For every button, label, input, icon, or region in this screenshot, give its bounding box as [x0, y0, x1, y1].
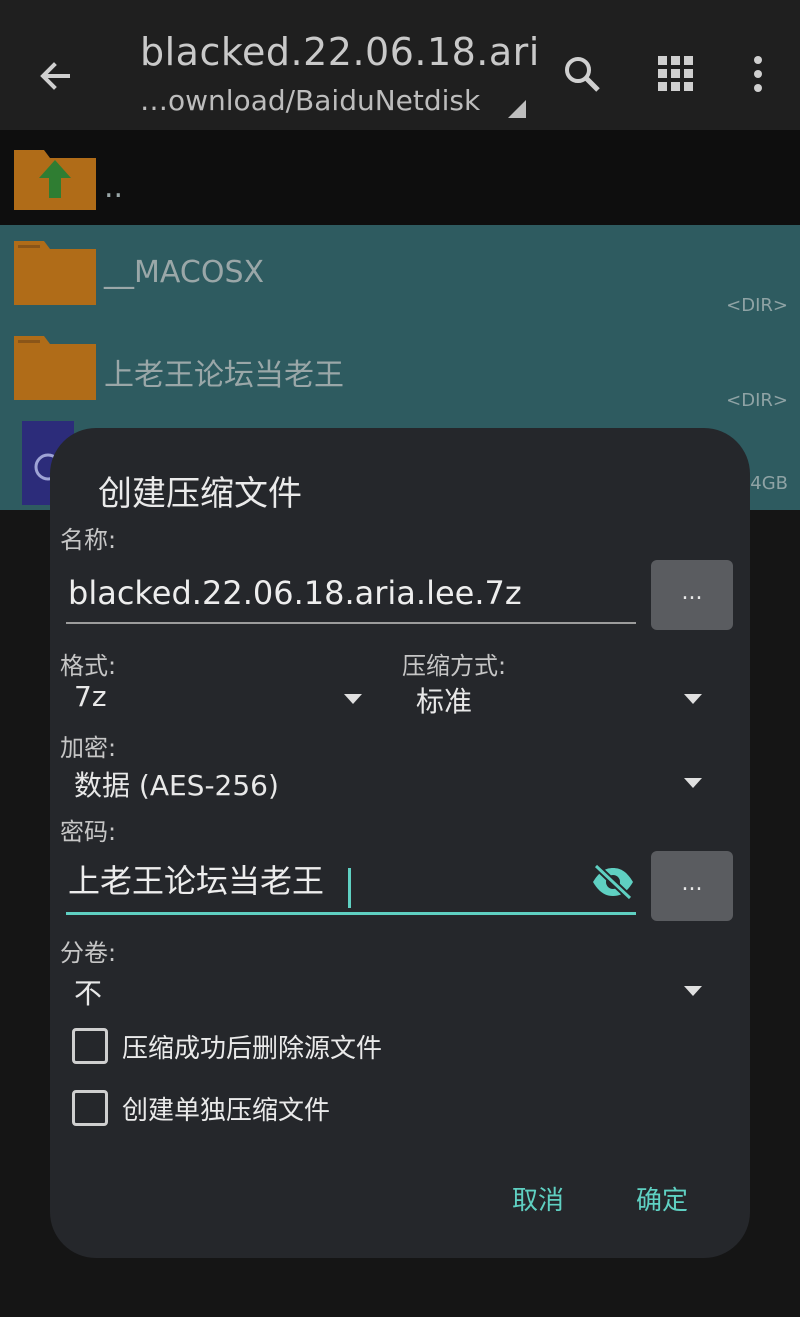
- delete-after-option[interactable]: 压缩成功后删除源文件: [50, 1026, 510, 1066]
- more-options-icon[interactable]: [736, 52, 780, 96]
- cancel-button[interactable]: 取消: [512, 1180, 564, 1217]
- separate-archives-label: 创建单独压缩文件: [122, 1096, 331, 1126]
- split-volume-value: 不: [74, 977, 103, 1010]
- ok-button[interactable]: 确定: [636, 1180, 688, 1217]
- list-item-parent[interactable]: ..: [0, 130, 800, 225]
- password-options-button[interactable]: ...: [651, 851, 733, 921]
- archive-title: blacked.22.06.18.ari…: [140, 30, 540, 74]
- list-item[interactable]: 上老王论坛当老王 <DIR>: [0, 320, 800, 415]
- search-icon[interactable]: [560, 52, 604, 96]
- path-dropdown-icon[interactable]: [508, 100, 526, 118]
- archive-name-input[interactable]: blacked.22.06.18.aria.lee.7z: [66, 564, 636, 624]
- list-item-meta: 4GB: [750, 473, 788, 494]
- archive-name-value: blacked.22.06.18.aria.lee.7z: [68, 574, 522, 612]
- back-arrow-icon[interactable]: [30, 48, 86, 104]
- current-path[interactable]: …ownload/BaiduNetdisk: [140, 84, 510, 117]
- top-app-bar: blacked.22.06.18.ari… …ownload/BaiduNetd…: [0, 0, 800, 130]
- folder-icon: [14, 241, 96, 305]
- dialog-title: 创建压缩文件: [98, 474, 302, 514]
- format-select[interactable]: 7z: [60, 676, 370, 720]
- list-item-label: 上老王论坛当老王: [104, 358, 344, 393]
- visibility-off-icon[interactable]: [590, 862, 636, 902]
- format-value: 7z: [74, 680, 107, 713]
- browse-button[interactable]: ...: [651, 560, 733, 630]
- password-value: 上老王论坛当老王: [68, 862, 325, 900]
- list-item-label: __MACOSX: [104, 255, 265, 290]
- list-item-label: ..: [104, 170, 124, 205]
- folder-icon: [14, 336, 96, 400]
- delete-after-checkbox[interactable]: [72, 1028, 108, 1064]
- list-item-meta: <DIR>: [726, 295, 788, 316]
- chevron-down-icon: [684, 986, 702, 996]
- password-label: 密码:: [60, 818, 117, 846]
- chevron-down-icon: [684, 694, 702, 704]
- text-cursor: [348, 868, 351, 908]
- encryption-label: 加密:: [60, 734, 117, 762]
- compression-method-value: 标准: [416, 685, 473, 718]
- compression-method-select[interactable]: 标准: [402, 676, 712, 720]
- list-item[interactable]: __MACOSX <DIR>: [0, 225, 800, 320]
- separate-archives-option[interactable]: 创建单独压缩文件: [50, 1088, 510, 1128]
- encryption-value: 数据 (AES-256): [74, 769, 279, 802]
- grid-view-icon[interactable]: [654, 52, 698, 96]
- chevron-down-icon: [684, 778, 702, 788]
- create-archive-dialog: 创建压缩文件 名称: blacked.22.06.18.aria.lee.7z …: [50, 428, 750, 1258]
- password-input[interactable]: 上老王论坛当老王: [66, 854, 636, 915]
- chevron-down-icon: [344, 694, 362, 704]
- split-volume-label: 分卷:: [60, 939, 117, 967]
- encryption-select[interactable]: 数据 (AES-256): [60, 760, 712, 804]
- separate-archives-checkbox[interactable]: [72, 1090, 108, 1126]
- delete-after-label: 压缩成功后删除源文件: [122, 1034, 383, 1064]
- split-volume-select[interactable]: 不: [60, 968, 712, 1012]
- list-item-meta: <DIR>: [726, 390, 788, 411]
- name-label: 名称:: [60, 526, 117, 554]
- folder-up-icon: [14, 150, 96, 210]
